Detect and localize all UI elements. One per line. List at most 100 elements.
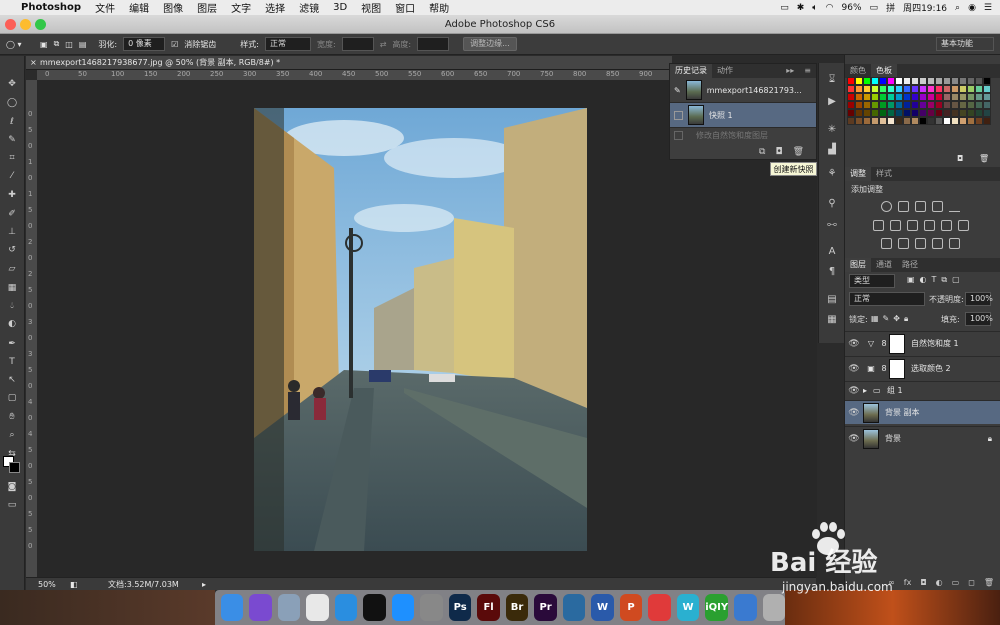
color-swatch[interactable] [911, 85, 919, 93]
blend-mode-select[interactable]: 正常 [849, 292, 925, 306]
dock-app-icon[interactable]: Pr [534, 594, 557, 621]
menu-layer[interactable]: 图层 [190, 0, 224, 15]
style-select[interactable]: 正常 [264, 37, 311, 51]
color-swatch[interactable] [975, 117, 983, 125]
vibrance-icon[interactable] [949, 201, 960, 212]
create-snapshot-icon[interactable]: ◘ [775, 145, 782, 159]
history-item[interactable]: 快照 1 [670, 103, 816, 128]
antialias-checkbox[interactable]: ☑ [171, 40, 178, 49]
new-selection-icon[interactable]: ▣ [40, 40, 48, 49]
color-balance-icon[interactable] [890, 220, 901, 231]
color-swatch[interactable] [903, 77, 911, 85]
color-swatch[interactable] [847, 109, 855, 117]
color-swatch[interactable] [895, 117, 903, 125]
dock-app-icon[interactable] [648, 594, 671, 621]
invert-icon[interactable] [881, 238, 892, 249]
tab-adjustments[interactable]: 调整 [845, 167, 871, 181]
brush-tool-icon[interactable]: ✐ [5, 208, 19, 220]
tab-layers[interactable]: 图层 [845, 258, 871, 272]
visibility-eye-icon[interactable]: 👁︎ [845, 434, 863, 444]
color-swatch[interactable] [895, 109, 903, 117]
color-swatch[interactable] [863, 117, 871, 125]
tab-swatches[interactable]: 色板 [871, 64, 897, 78]
clone-stamp-tool-icon[interactable]: ⊥ [5, 226, 19, 238]
history-brush-source-icon[interactable]: ✎ [674, 86, 681, 95]
color-swatch[interactable] [935, 117, 943, 125]
color-swatch[interactable] [847, 77, 855, 85]
input-method-icon[interactable]: 拼 [886, 1, 895, 14]
color-swatch[interactable] [879, 117, 887, 125]
crop-tool-icon[interactable]: ⌗ [5, 152, 19, 164]
link-icon[interactable]: 8 [879, 339, 889, 348]
color-swatch[interactable] [927, 117, 935, 125]
color-swatch[interactable] [879, 77, 887, 85]
color-swatch[interactable] [911, 93, 919, 101]
color-swatch[interactable] [919, 93, 927, 101]
color-swatch[interactable] [871, 93, 879, 101]
notification-center-icon[interactable]: ☰ [984, 3, 992, 13]
selective-color-icon[interactable] [949, 238, 960, 249]
notes-panel-icon[interactable]: ▦ [825, 313, 839, 327]
color-swatch[interactable] [959, 109, 967, 117]
color-swatch[interactable] [911, 109, 919, 117]
layer-row[interactable]: 👁︎ 背景 副本 [845, 400, 1000, 424]
delete-state-icon[interactable]: 🗑︎ [793, 145, 804, 159]
color-swatch[interactable] [855, 77, 863, 85]
display-icon[interactable]: ▭ [780, 3, 789, 13]
threshold-icon[interactable] [915, 238, 926, 249]
color-swatch[interactable] [887, 117, 895, 125]
actions-panel-icon[interactable]: ▶ [825, 95, 839, 109]
dock-app-icon[interactable]: iQIY [705, 594, 729, 621]
color-swatch[interactable] [967, 109, 975, 117]
dock-app-icon[interactable] [420, 594, 443, 621]
new-document-from-state-icon[interactable]: ⧉ [759, 145, 765, 159]
brightness-contrast-icon[interactable] [881, 201, 892, 212]
panel-collapse-icon[interactable]: ▸▸ [781, 64, 799, 78]
color-swatch[interactable] [943, 85, 951, 93]
paragraph-panel-icon[interactable]: ¶ [825, 265, 839, 279]
layer-mask-thumbnail[interactable] [889, 333, 905, 354]
intersect-selection-icon[interactable]: ▤ [79, 40, 87, 49]
color-swatch[interactable] [959, 117, 967, 125]
color-swatch[interactable] [911, 101, 919, 109]
layer-filter-icons[interactable]: ▣◐T⧉▢ [907, 275, 965, 285]
opacity-input[interactable]: 100% [965, 292, 993, 306]
pen-tool-icon[interactable]: ✒ [5, 338, 19, 350]
volume-icon[interactable]: 🔈︎ [812, 3, 817, 13]
photo-filter-icon[interactable] [924, 220, 935, 231]
dock-app-icon[interactable]: P [619, 594, 643, 621]
color-swatch[interactable] [935, 93, 943, 101]
lock-icons[interactable]: ▦✎✥🔒︎ [871, 314, 912, 324]
background-color-swatch[interactable] [9, 462, 20, 473]
color-swatch[interactable] [983, 101, 991, 109]
color-swatch[interactable] [855, 109, 863, 117]
menu-3d[interactable]: 3D [326, 2, 354, 13]
color-swatch[interactable] [871, 117, 879, 125]
new-swatch-icon[interactable]: ◘ [957, 154, 963, 163]
color-swatch[interactable] [871, 101, 879, 109]
panel-menu-icon[interactable]: ≡ [799, 64, 816, 78]
channel-mixer-icon[interactable] [941, 220, 952, 231]
menu-type[interactable]: 文字 [224, 0, 258, 15]
dock-app-icon[interactable] [363, 594, 386, 621]
color-swatch[interactable] [967, 85, 975, 93]
menu-file[interactable]: 文件 [88, 0, 122, 15]
dock-app-icon[interactable] [306, 594, 329, 621]
color-swatch[interactable] [927, 77, 935, 85]
visibility-eye-icon[interactable]: 👁︎ [845, 339, 863, 349]
dock-app-icon[interactable] [734, 594, 757, 621]
document-image[interactable] [254, 108, 587, 551]
dock-app-icon[interactable]: Br [505, 594, 529, 621]
dodge-tool-icon[interactable]: ◐ [5, 318, 19, 330]
layer-group-row[interactable]: 👁︎ ▸ ▭ 组 1 [845, 381, 1000, 399]
properties-icon[interactable]: ⧟ [825, 218, 839, 232]
color-swatch[interactable] [879, 109, 887, 117]
color-swatch[interactable] [847, 93, 855, 101]
width-input[interactable] [341, 37, 374, 51]
color-swatch[interactable] [919, 77, 927, 85]
menu-view[interactable]: 视图 [354, 0, 388, 15]
color-swatch[interactable] [983, 93, 991, 101]
color-swatch[interactable] [903, 109, 911, 117]
history-brush-tool-icon[interactable]: ↺ [5, 244, 19, 256]
close-tab-icon[interactable]: × [30, 56, 37, 69]
